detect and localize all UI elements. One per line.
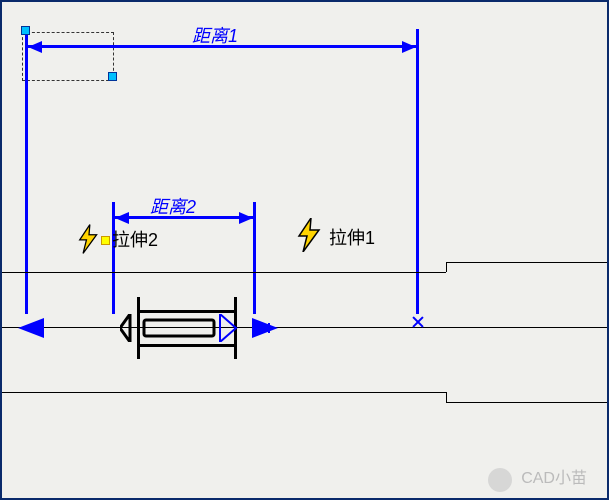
dim1-arrow-right	[402, 41, 416, 53]
dim2-arrow-right	[239, 212, 253, 224]
shaft-step-top	[446, 262, 447, 272]
dim2-label[interactable]: 距离2	[150, 193, 196, 219]
dim2-arrow-left	[115, 212, 129, 224]
selection-box	[22, 32, 114, 81]
dim1-arrow-left	[28, 41, 42, 53]
centerline	[2, 327, 609, 328]
stretch1-label[interactable]: 拉伸1	[329, 224, 375, 250]
stretch-arrow-left[interactable]	[18, 318, 44, 338]
key-outline-top	[137, 310, 237, 313]
plus-v	[268, 323, 270, 333]
shaft-top-right	[446, 262, 609, 263]
watermark-text: CAD小苗	[521, 464, 587, 488]
stretch2-label[interactable]: 拉伸2	[112, 226, 158, 252]
wechat-icon	[488, 468, 512, 492]
dim1-label[interactable]: 距离1	[192, 22, 238, 48]
lightning-icon	[297, 218, 323, 252]
grip-stretch2[interactable]	[101, 236, 110, 245]
lightning-icon	[78, 224, 100, 254]
keyway-shape	[120, 314, 242, 342]
shaft-bot-mid	[2, 392, 446, 393]
grip-dim1-a[interactable]	[21, 26, 30, 35]
key-outline-bot	[137, 344, 237, 347]
shaft-bot-right	[446, 402, 609, 403]
shaft-top-mid	[2, 272, 446, 273]
grip-dim1-b[interactable]	[108, 72, 117, 81]
cad-viewport[interactable]: 距离1 距离2 拉伸1 拉伸2 CAD小	[0, 0, 609, 500]
shaft-step-bot	[446, 392, 447, 402]
